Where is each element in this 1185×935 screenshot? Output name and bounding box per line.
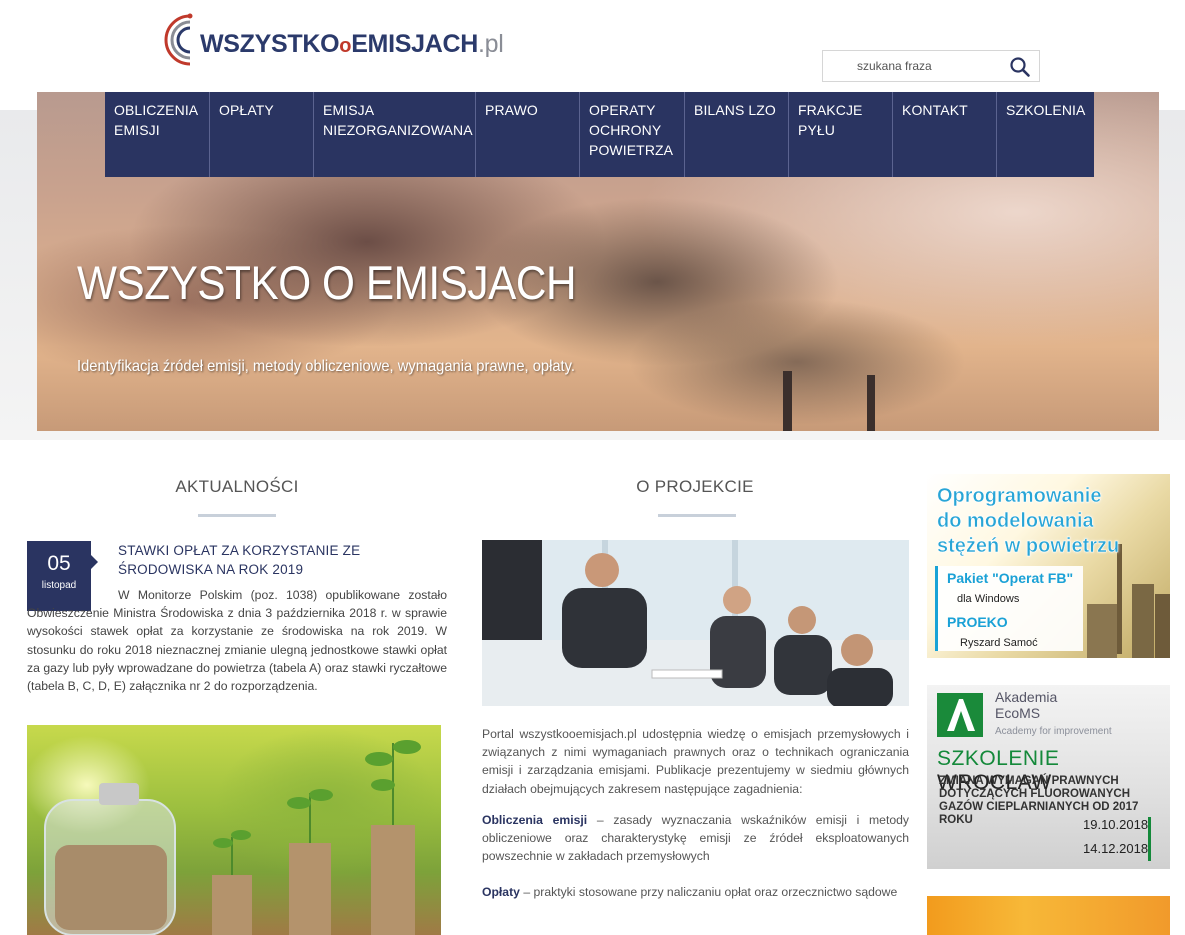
nav-item-emisja-niezorganizowana[interactable]: EMISJA NIEZORGANIZOWANA	[314, 92, 476, 177]
project-intro-text: Portal wszystkooemisjach.pl udostępnia w…	[482, 727, 909, 796]
ad1-company: PROEKO	[947, 614, 1008, 630]
topic-oplaty-label[interactable]: Opłaty	[482, 885, 520, 899]
project-heading: O PROJEKCIE	[636, 477, 754, 496]
logo-wordmark: WSZYSTKOoEMISJACH.pl	[200, 30, 504, 58]
news-coins-image[interactable]	[27, 725, 441, 935]
project-topic-oplaty: Opłaty – praktyki stosowane przy nalicza…	[482, 885, 898, 899]
nav-item-frakcje-pylu[interactable]: FRAKCJE PYŁU	[789, 92, 893, 177]
meeting-illustration-icon	[482, 540, 909, 706]
nav-item-operaty-ochrony-powietrza[interactable]: OPERATY OCHRONY POWIETRZA	[580, 92, 685, 177]
nav-item-prawo[interactable]: PRAWO	[476, 92, 580, 177]
nav-item-kontakt[interactable]: KONTAKT	[893, 92, 997, 177]
coins-illustration-icon	[44, 740, 421, 935]
search-icon[interactable]	[1009, 56, 1031, 78]
nav-item-oplaty[interactable]: OPŁATY	[210, 92, 314, 177]
ad1-product: Pakiet "Operat FB"	[947, 570, 1074, 586]
ad1-author: Ryszard Samoć	[960, 637, 1038, 649]
chimney-left	[783, 371, 792, 431]
news-item-title[interactable]: STAWKI OPŁAT ZA KORZYSTANIE ZE ŚRODOWISK…	[118, 541, 388, 579]
ad1-headline: Oprogramowanie do modelowania stężeń w p…	[937, 485, 1120, 558]
chimney-right	[867, 375, 875, 431]
ad-banner-orange[interactable]	[927, 896, 1170, 935]
ad2-brand-line2: EcoMS	[995, 705, 1041, 721]
ad2-date-bar	[1148, 817, 1151, 861]
project-meeting-image	[482, 540, 909, 706]
nav-item-obliczenia-emisji[interactable]: OBLICZENIA EMISJI	[105, 92, 210, 177]
ad2-date-2: 14.12.2018	[1083, 841, 1149, 856]
nav-item-bilans-lzo[interactable]: BILANS LZO	[685, 92, 789, 177]
ad-banner-ecoms-szkolenie[interactable]: Akademia EcoMS Academy for improvement S…	[927, 685, 1170, 869]
site-logo[interactable]: WSZYSTKOoEMISJACH.pl	[160, 10, 504, 70]
main-nav: OBLICZENIA EMISJI OPŁATY EMISJA NIEZORGA…	[105, 92, 1094, 177]
hero-subtitle: Identyfikacja źródeł emisji, metody obli…	[77, 358, 575, 375]
topic-obliczenia-label[interactable]: Obliczenia emisji	[482, 813, 587, 827]
news-heading: AKTUALNOŚCI	[175, 477, 299, 496]
ad2-brand-line1: Akademia	[995, 689, 1058, 705]
news-item-body: W Monitorze Polskim (poz. 1038) opubliko…	[27, 588, 447, 694]
search-input[interactable]	[824, 52, 1004, 80]
hero-title: WSZYSTKO O EMISJACH	[77, 256, 577, 309]
ad1-platform: dla Windows	[957, 593, 1020, 605]
ecoms-logo-icon	[937, 693, 983, 737]
project-topic-obliczenia: Obliczenia emisji – zasady wyznaczania w…	[482, 813, 909, 864]
ad2-tagline: Academy for improvement	[995, 726, 1112, 737]
nav-item-szkolenia[interactable]: SZKOLENIA	[997, 92, 1094, 177]
ad2-date-1: 19.10.2018	[1083, 817, 1149, 832]
project-heading-rule	[658, 514, 736, 517]
news-heading-rule	[198, 514, 276, 517]
date-badge-arrow	[91, 555, 98, 569]
search-box	[822, 50, 1040, 82]
news-date-day: 05	[47, 552, 71, 575]
ad-banner-operat-fb[interactable]: Oprogramowanie do modelowania stężeń w p…	[927, 474, 1170, 658]
